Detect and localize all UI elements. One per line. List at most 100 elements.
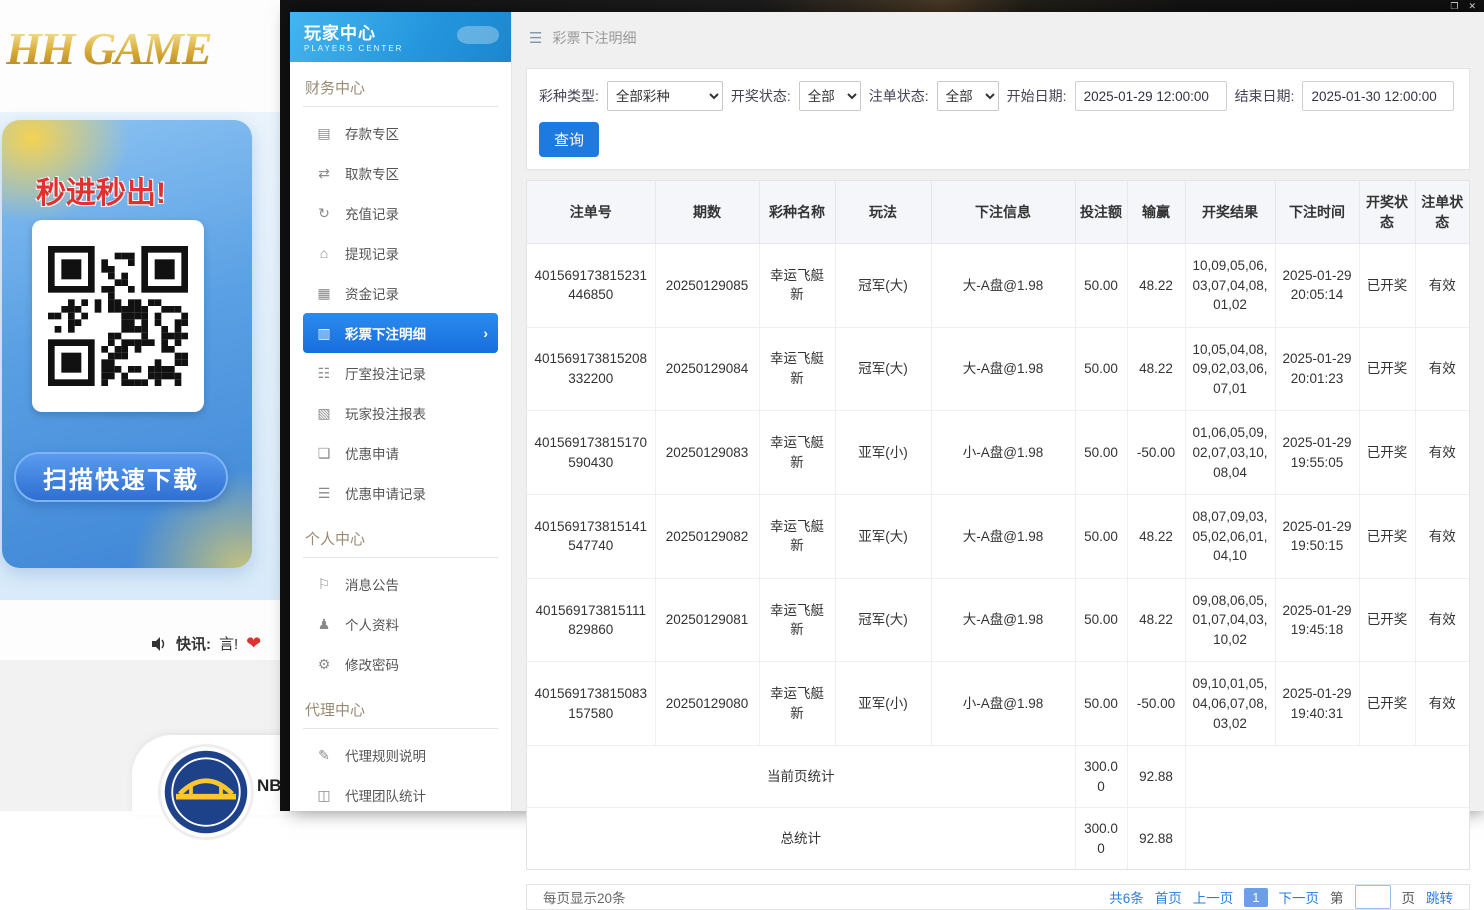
table-cell: 2025-01-29 19:50:15 [1275,495,1359,579]
sidebar-item-hall-bet-record[interactable]: ☷ 厅室投注记录 [303,353,498,393]
deposit-icon: ▤ [316,125,332,142]
page-size-label: 每页显示20条 [543,887,626,907]
table-cell: 冠军(大) [835,578,931,662]
summary-total-label: 总统计 [527,808,1075,870]
sidebar-body: 财务中心 ▤ 存款专区 ⇄ 取款专区 ↻ 充值记录 ⌂ 提现记录 ▦ 资金记录 [290,62,511,835]
table-cell: 2025-01-29 20:05:14 [1275,244,1359,328]
sidebar-item-recharge-record[interactable]: ↻ 充值记录 [303,193,498,233]
table-cell: 20250129083 [655,411,759,495]
end-date-input[interactable] [1302,81,1454,111]
start-date-label: 开始日期: [1007,86,1067,106]
table-cell: 401569173815231446850 [527,244,655,328]
jump-button[interactable]: 跳转 [1426,887,1453,907]
sidebar-item-player-bet-report[interactable]: ▧ 玩家投注报表 [303,393,498,433]
table-cell: 20250129080 [655,662,759,746]
page-title: 彩票下注明细 [552,28,636,48]
col-bet-status: 注单状态 [1415,181,1469,244]
col-period: 期数 [655,181,759,244]
jump-page-input[interactable] [1355,885,1391,909]
lottery-bet-detail-icon: ▥ [316,325,332,342]
download-button[interactable]: 扫描快速下载 [14,452,228,502]
table-cell: 幸运飞艇新 [759,495,835,579]
section-finance: 财务中心 [303,62,498,107]
table-cell: 2025-01-29 20:01:23 [1275,327,1359,411]
table-cell: 已开奖 [1359,327,1415,411]
table-cell: 09,08,06,05,01,07,04,03,10,02 [1185,578,1275,662]
sidebar-item-change-password[interactable]: ⚙ 修改密码 [303,644,498,684]
sidebar-item-agent-team-stats[interactable]: ◫ 代理团队统计 [303,775,498,815]
table-cell: 09,10,01,05,04,06,07,08,03,02 [1185,662,1275,746]
table-cell: 48.22 [1127,327,1185,411]
prev-page-link[interactable]: 上一页 [1193,887,1234,907]
table-cell: 48.22 [1127,495,1185,579]
sidebar-item-label: 消息公告 [345,574,399,594]
current-page-badge[interactable]: 1 [1244,888,1267,907]
query-button[interactable]: 查询 [539,122,599,157]
sidebar-item-promo-apply[interactable]: ❏ 优惠申请 [303,433,498,473]
jump-prefix: 第 [1330,887,1344,907]
close-icon[interactable]: ✕ [1468,2,1476,11]
sidebar-item-label: 存款专区 [345,123,399,143]
table-cell: 50.00 [1075,411,1127,495]
col-draw-status: 开奖状态 [1359,181,1415,244]
sidebar-item-lottery-bet-detail[interactable]: ▥ 彩票下注明细 › [303,313,498,353]
first-page-link[interactable]: 首页 [1155,887,1182,907]
draw-status-select[interactable]: 全部 [799,81,861,111]
table-row: 40156917381517059043020250129083幸运飞艇新亚军(… [527,411,1469,495]
table-cell: 有效 [1415,662,1469,746]
summary-current-empty [1185,746,1469,808]
message-icon: ⚐ [316,576,332,593]
sidebar-item-promo-apply-record[interactable]: ☰ 优惠申请记录 [303,473,498,513]
gamepad-icon [455,18,501,52]
lottery-type-select[interactable]: 全部彩种 [607,81,723,111]
table-cell: 已开奖 [1359,244,1415,328]
sidebar-item-label: 代理规则说明 [345,745,426,765]
next-page-link[interactable]: 下一页 [1279,887,1320,907]
table-cell: 401569173815170590430 [527,411,655,495]
hamburger-icon[interactable]: ☰ [529,29,542,47]
table-cell: 大-A盘@1.98 [931,244,1075,328]
qr-code [48,246,188,386]
table-cell: 亚军(小) [835,662,931,746]
ticker-label: 快讯: [176,633,211,654]
bets-table: 注单号 期数 彩种名称 玩法 下注信息 投注额 输赢 开奖结果 下注时间 开奖状… [527,181,1469,869]
table-cell: 50.00 [1075,662,1127,746]
section-personal: 个人中心 [303,513,498,558]
restore-icon[interactable]: ❐ [1450,2,1458,11]
sidebar-item-label: 优惠申请 [345,443,399,463]
table-cell: 有效 [1415,578,1469,662]
table-cell: 20250129085 [655,244,759,328]
sidebar-header: 玩家中心 PLAYERS CENTER [290,12,511,62]
table-cell: 冠军(大) [835,327,931,411]
sidebar-item-label: 玩家投注报表 [345,403,426,423]
recharge-record-icon: ↻ [316,205,332,222]
speaker-icon [152,637,168,651]
summary-total-bet: 300.00 [1075,808,1127,870]
heart-icon: ❤ [246,633,261,654]
promo-card: 秒进秒出! 扫描快速下载 [2,120,252,568]
col-bet-amount: 投注额 [1075,181,1127,244]
sidebar-item-profile[interactable]: ♟ 个人资料 [303,604,498,644]
col-play: 玩法 [835,181,931,244]
sidebar-item-messages[interactable]: ⚐ 消息公告 [303,564,498,604]
sidebar-item-withdraw[interactable]: ⇄ 取款专区 [303,153,498,193]
bet-status-select[interactable]: 全部 [937,81,999,111]
summary-total-winloss: 92.88 [1127,808,1185,870]
hall-bet-record-icon: ☷ [316,365,332,382]
sidebar-item-funds-record[interactable]: ▦ 资金记录 [303,273,498,313]
sidebar-item-withdrawal-record[interactable]: ⌂ 提现记录 [303,233,498,273]
nba-team-avatar[interactable] [158,744,254,840]
sidebar-item-deposit[interactable]: ▤ 存款专区 [303,113,498,153]
player-bet-report-icon: ▧ [316,405,332,422]
table-cell: 小-A盘@1.98 [931,411,1075,495]
ticker-text: 言! [219,633,238,654]
players-center-panel: 玩家中心 PLAYERS CENTER 财务中心 ▤ 存款专区 ⇄ 取款专区 ↻… [290,12,1484,811]
col-winloss: 输赢 [1127,181,1185,244]
start-date-input[interactable] [1075,81,1227,111]
col-bet-time: 下注时间 [1275,181,1359,244]
table-cell: 401569173815111829860 [527,578,655,662]
table-cell: 2025-01-29 19:40:31 [1275,662,1359,746]
profile-icon: ♟ [316,616,332,633]
sidebar-item-agent-rules[interactable]: ✎ 代理规则说明 [303,735,498,775]
table-cell: 10,09,05,06,03,07,04,08,01,02 [1185,244,1275,328]
